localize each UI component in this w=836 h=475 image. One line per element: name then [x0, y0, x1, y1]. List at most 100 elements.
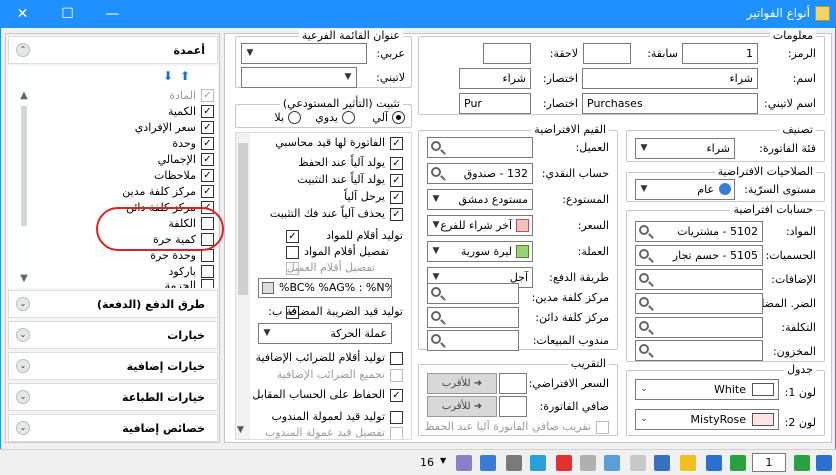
first-record-icon[interactable]	[706, 455, 722, 471]
vertical-scrollbar[interactable]: ▼	[236, 133, 250, 439]
save-icon[interactable]	[654, 455, 670, 471]
gen-on-save-checkbox[interactable]: ✓	[390, 157, 403, 170]
undo-icon[interactable]	[580, 455, 596, 471]
column-checkbox[interactable]: ✓	[201, 169, 214, 182]
new-icon[interactable]	[630, 455, 646, 471]
chevron-down-icon[interactable]: ▼	[636, 180, 652, 199]
customer-lookup[interactable]	[427, 137, 533, 158]
gen-extra-tax-lines-checkbox[interactable]	[390, 352, 403, 365]
column-checkbox[interactable]	[201, 279, 214, 288]
sales-rep-lookup[interactable]	[427, 330, 519, 351]
scrollbar-thumb[interactable]	[21, 106, 27, 226]
maximize-button[interactable]: ☐	[45, 0, 90, 28]
keep-counter-account-checkbox[interactable]: ✓	[390, 389, 403, 402]
search-icon[interactable]	[431, 287, 441, 297]
suffix-input[interactable]	[483, 43, 531, 64]
color1-combo[interactable]: ⌄ White	[635, 379, 779, 400]
detail-rep-commission-checkbox[interactable]	[390, 427, 403, 439]
additions-account-lookup[interactable]	[635, 269, 763, 290]
group-extra-taxes-checkbox[interactable]	[390, 369, 403, 382]
currency-combo[interactable]: ليرة سورية ▼	[427, 241, 533, 262]
chevron-down-icon[interactable]: ▼	[428, 216, 444, 235]
search-icon[interactable]	[639, 273, 649, 283]
gen-rep-commission-checkbox[interactable]	[390, 411, 403, 424]
search-icon[interactable]	[639, 297, 649, 307]
expand-icon[interactable]: ⌄	[16, 421, 30, 435]
chevron-down-icon[interactable]: ▼	[259, 324, 275, 343]
prefix-input[interactable]	[583, 43, 631, 64]
scroll-down-icon[interactable]: ▼	[16, 271, 32, 287]
section-extra-options[interactable]: خيارات إضافية ⌄	[8, 352, 218, 380]
calculator-icon[interactable]	[262, 282, 274, 294]
posting-none-radio[interactable]	[288, 111, 301, 124]
category-combo[interactable]: شراء ▼	[635, 138, 735, 159]
cost-account-lookup[interactable]	[635, 317, 763, 338]
search-icon[interactable]	[431, 311, 441, 321]
refresh-icon[interactable]	[530, 455, 546, 471]
security-combo[interactable]: عام ▼	[635, 179, 735, 200]
column-checkbox[interactable]: ✓	[201, 153, 214, 166]
column-checkbox[interactable]: ✓	[201, 121, 214, 134]
debit-cc-lookup[interactable]	[427, 283, 519, 304]
code-input[interactable]: 1	[682, 43, 758, 64]
scroll-down-icon[interactable]: ▼	[237, 425, 244, 435]
invoice-net-round-input[interactable]	[499, 396, 527, 417]
chevron-down-icon[interactable]: ▼	[428, 190, 444, 209]
expand-icon[interactable]: ⌄	[16, 328, 30, 342]
chevron-down-icon[interactable]: ⌄	[636, 410, 652, 429]
latin-name-input[interactable]: Purchases	[582, 93, 758, 114]
posting-manual-radio[interactable]	[342, 111, 355, 124]
column-item[interactable]: وحدة ✓	[84, 136, 214, 152]
format-input[interactable]: %BC% %AG% : %N%	[258, 278, 392, 298]
expand-icon[interactable]: ⌄	[16, 297, 30, 311]
column-checkbox[interactable]	[201, 265, 214, 278]
chevron-down-icon[interactable]: ▼	[440, 456, 446, 465]
added-tax-account-lookup[interactable]	[635, 293, 763, 314]
column-item[interactable]: مركز كلفة مدين ✓	[84, 184, 214, 200]
auto-round-checkbox[interactable]	[596, 421, 609, 434]
minimize-button[interactable]: —	[90, 0, 135, 28]
auto-transfer-checkbox[interactable]: ✓	[390, 191, 403, 204]
default-price-round-input[interactable]	[499, 373, 527, 394]
close-button[interactable]: ✕	[0, 0, 45, 28]
default-price-round-button[interactable]: للأقرب ➜	[427, 373, 497, 394]
invoice-net-round-button[interactable]: للأقرب ➜	[427, 396, 497, 417]
column-item[interactable]: الإجمالي ✓	[84, 152, 214, 168]
column-item[interactable]: الحزمة	[84, 278, 214, 288]
section-options[interactable]: خيارات ⌄	[8, 321, 218, 349]
search-icon[interactable]	[431, 334, 441, 344]
search-icon[interactable]	[639, 249, 649, 259]
price-combo[interactable]: آخر شراء للفرع ▼	[427, 215, 533, 236]
subtitle-arabic-combo[interactable]: ▼	[241, 43, 367, 64]
warehouse-combo[interactable]: مستودع دمشق ▼	[427, 189, 533, 210]
column-item[interactable]: المادة ✓	[84, 88, 214, 104]
search-icon[interactable]	[639, 225, 649, 235]
latin-abbr-input[interactable]: Pur	[459, 93, 531, 114]
next-record-icon[interactable]	[794, 455, 810, 471]
previous-record-icon[interactable]	[730, 455, 746, 471]
abbr-input[interactable]: شراء	[459, 68, 531, 89]
discounts-account-lookup[interactable]: 5105 - حسم تجار	[635, 245, 763, 266]
column-checkbox[interactable]: ✓	[201, 137, 214, 150]
materials-account-lookup[interactable]: 5102 - مشتريات	[635, 221, 763, 242]
color2-combo[interactable]: ⌄ MistyRose	[635, 409, 779, 430]
section-payment[interactable]: طرق الدفع (الدفعة) ⌄	[8, 290, 218, 318]
chevron-down-icon[interactable]: ▼	[340, 68, 356, 87]
inventory-account-lookup[interactable]	[635, 340, 763, 361]
columns-header[interactable]: أعمدة ⌃	[8, 36, 218, 64]
scroll-up-icon[interactable]: ▲	[16, 88, 32, 104]
has-entry-checkbox[interactable]: ✓	[390, 137, 403, 150]
link-icon[interactable]	[506, 455, 522, 471]
chevron-down-icon[interactable]: ▼	[428, 242, 444, 261]
copy-icon[interactable]	[604, 455, 620, 471]
detail-material-lines-checkbox[interactable]	[286, 246, 299, 259]
star-icon[interactable]	[680, 455, 696, 471]
section-extra-properties[interactable]: خصائص إضافية ⌄	[8, 414, 218, 442]
section-print-options[interactable]: خيارات الطباعة ⌄	[8, 383, 218, 411]
gen-material-lines-checkbox[interactable]: ✓	[286, 230, 299, 243]
column-checkbox[interactable]: ✓	[201, 185, 214, 198]
cash-account-lookup[interactable]: 132 - صندوق	[427, 163, 533, 184]
search-icon[interactable]	[431, 141, 441, 151]
collapse-icon[interactable]: ⌃	[16, 43, 30, 57]
search-icon[interactable]	[431, 167, 441, 177]
